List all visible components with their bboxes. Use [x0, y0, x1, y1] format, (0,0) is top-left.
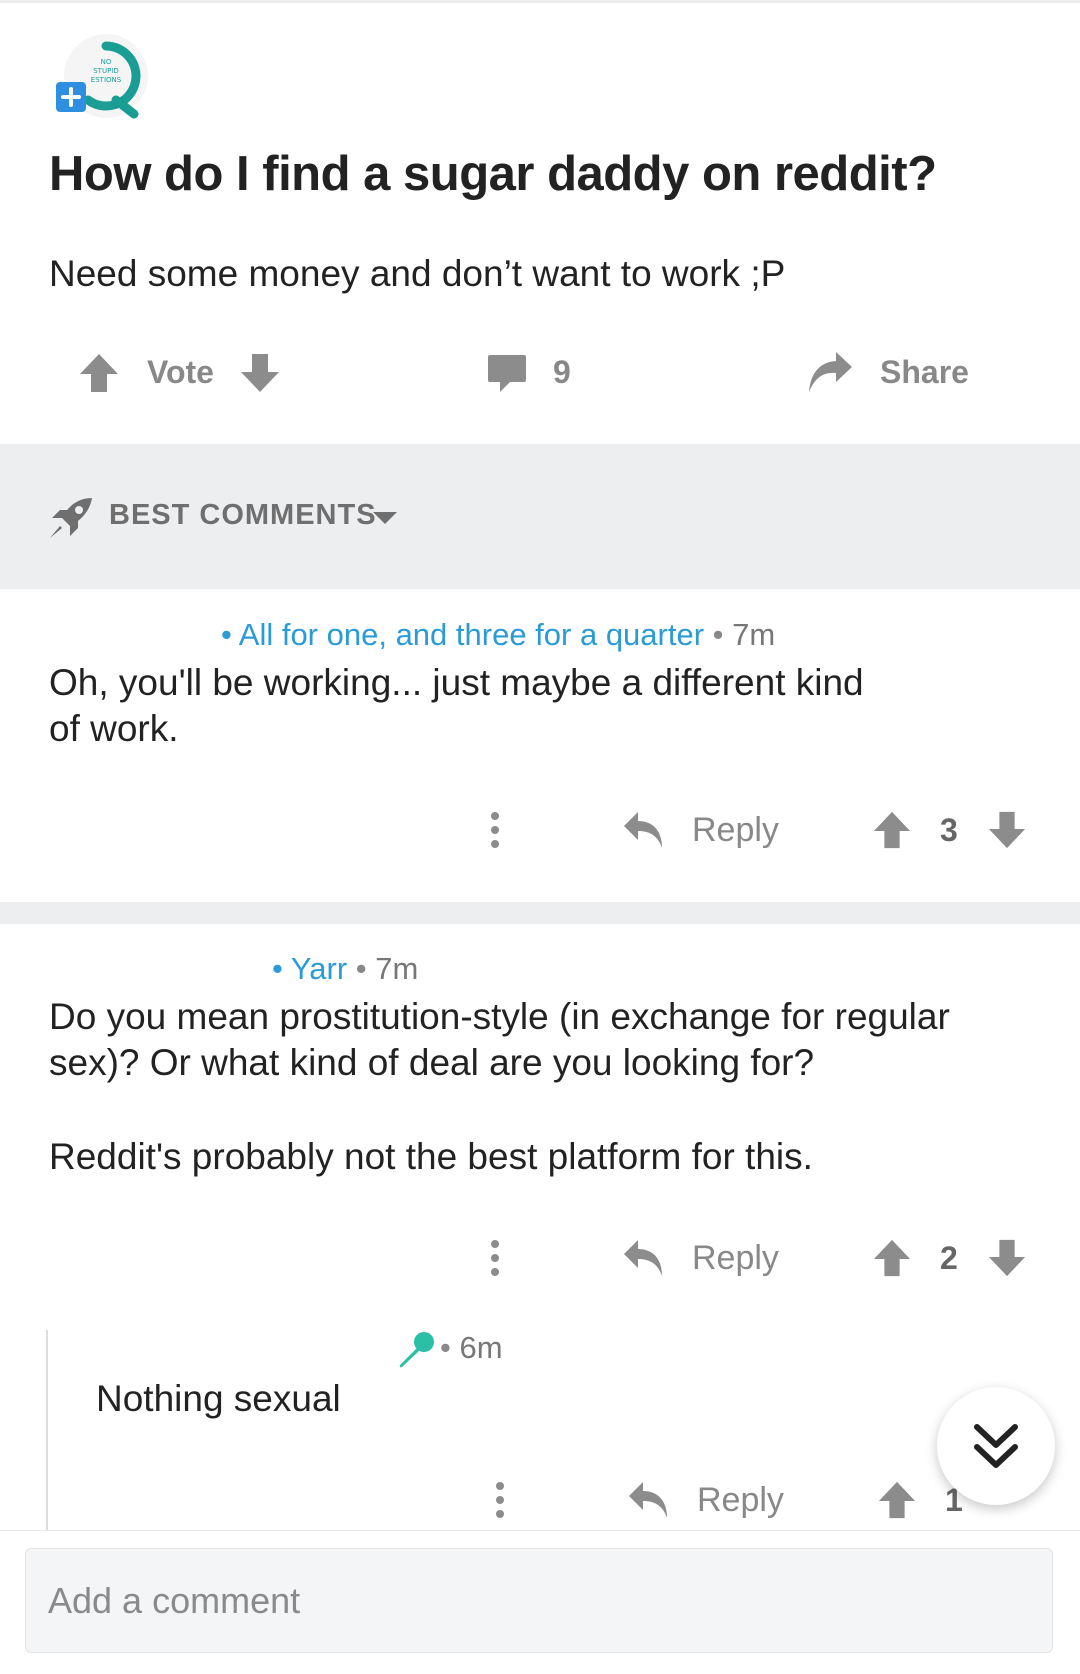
more-options-button[interactable] [489, 810, 501, 850]
more-options-button[interactable] [489, 1238, 501, 1278]
comments-button[interactable] [486, 352, 528, 394]
more-options-button[interactable] [494, 1480, 506, 1520]
add-comment-input[interactable] [25, 1548, 1053, 1653]
comment-body-paragraph: Do you mean prostitution-style (in excha… [49, 996, 950, 1083]
reply-arrow-icon [629, 1482, 667, 1518]
jump-to-next-button[interactable] [937, 1387, 1055, 1505]
comment-bubble-icon [488, 355, 526, 392]
reply-button[interactable] [622, 1238, 666, 1278]
subreddit-logo-icon: NO STUPID ESTIONS [56, 34, 148, 119]
logo-text-1: NO [101, 58, 112, 66]
share-button[interactable] [806, 350, 854, 396]
more-vertical-icon [491, 1240, 499, 1276]
comment-time: 7m [732, 617, 776, 652]
share-label: Share [880, 354, 969, 390]
bullet: • [221, 617, 239, 652]
downvote-arrow-icon [988, 811, 1026, 849]
reply-meta: • 6m [440, 1330, 503, 1366]
upvote-arrow-icon [80, 354, 118, 392]
reply-button[interactable] [622, 810, 666, 850]
reply-label[interactable]: Reply [697, 1481, 784, 1520]
downvote-arrow-icon [988, 1239, 1026, 1277]
comment-upvote-button[interactable] [872, 1238, 912, 1278]
comment-author[interactable]: All for one, and three for a quarter [239, 617, 704, 652]
reply-label[interactable]: Reply [692, 1239, 779, 1278]
downvote-button[interactable] [239, 352, 281, 394]
comment-author[interactable]: Yarr [291, 951, 347, 986]
comment-time: 7m [375, 951, 419, 986]
reply-upvote-button[interactable] [877, 1480, 917, 1520]
bullet: • [272, 951, 291, 986]
upvote-arrow-icon [873, 811, 911, 849]
chevron-down-icon [373, 512, 397, 524]
comment-meta: • Yarr • 7m [272, 951, 418, 987]
rocket-icon [50, 498, 92, 538]
comment-score: 2 [940, 1240, 958, 1276]
reply-arrow-icon [624, 1240, 662, 1276]
top-divider [0, 0, 1080, 3]
logo-text-2: STUPID [93, 67, 119, 75]
post-body: Need some money and don’t want to work ;… [49, 253, 786, 294]
bullet: • [347, 951, 376, 986]
reply-label[interactable]: Reply [692, 811, 779, 850]
subreddit-logo[interactable]: NO STUPID ESTIONS [56, 34, 156, 126]
post-title: How do I find a sugar daddy on reddit? [49, 147, 937, 201]
more-vertical-icon [491, 812, 499, 848]
logo-text-3: ESTIONS [91, 76, 122, 84]
vote-label: Vote [147, 354, 214, 390]
bullet: • [440, 1330, 460, 1365]
share-arrow-icon [809, 352, 852, 392]
microphone-icon [399, 1332, 434, 1368]
reply-body: Nothing sexual [96, 1378, 341, 1419]
sort-dropdown[interactable] [372, 511, 398, 525]
reply-author-avatar[interactable] [396, 1330, 436, 1370]
comment-count: 9 [553, 354, 571, 390]
comment-body-paragraph: Reddit's probably not the best platform … [49, 1136, 813, 1177]
reply-arrow-icon [624, 812, 662, 848]
downvote-arrow-icon [241, 354, 279, 392]
comment-meta: • All for one, and three for a quarter •… [221, 617, 775, 653]
double-chevron-down-icon [974, 1424, 1018, 1468]
comment-downvote-button[interactable] [987, 810, 1027, 850]
comment-score: 3 [940, 812, 958, 848]
upvote-arrow-icon [878, 1481, 916, 1519]
upvote-button[interactable] [78, 352, 120, 394]
upvote-arrow-icon [873, 1239, 911, 1277]
reply-button[interactable] [627, 1480, 671, 1520]
bullet: • [704, 617, 733, 652]
more-vertical-icon [496, 1482, 504, 1518]
reply-time: 6m [459, 1330, 503, 1365]
sort-icon [48, 496, 94, 540]
comment-upvote-button[interactable] [872, 810, 912, 850]
sort-label[interactable]: BEST COMMENTS [109, 499, 377, 532]
comment-downvote-button[interactable] [987, 1238, 1027, 1278]
comment-body: Oh, you'll be working... just maybe a di… [49, 662, 864, 749]
thread-line[interactable] [46, 1330, 48, 1530]
comment-divider [0, 902, 1080, 924]
